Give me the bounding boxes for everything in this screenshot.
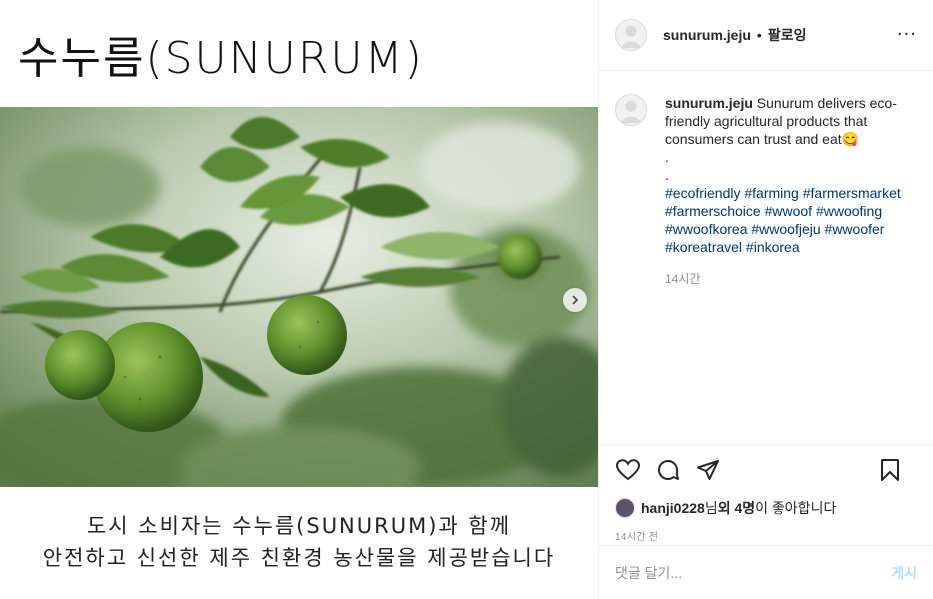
post-media: 수누름(SUNURUM) 도시 소비자는 수누름(SUNURUM)과 함께 안전… (0, 0, 598, 599)
following-button[interactable]: 팔로잉 (768, 25, 807, 45)
action-section: hanji0228 님 외 4명 이 좋아합니다 14시간 전 (599, 444, 933, 545)
caption-line-2: 안전하고 신선한 제주 친환경 농산물을 제공받습니다 (42, 546, 556, 570)
comment-icon[interactable] (655, 457, 681, 483)
media-title: 수누름(SUNURUM) (18, 33, 424, 84)
comments-area: sunurum.jeju Sunurum delivers eco-friend… (599, 72, 933, 444)
comment-avatar[interactable] (615, 94, 647, 126)
post-sidebar: sunurum.jeju • 팔로잉 ··· sunurum.jeju Sunu… (598, 0, 933, 599)
avatar-placeholder-icon (619, 100, 643, 124)
add-comment-bar: 게시 (599, 545, 933, 599)
likes-mid: 님 (704, 500, 718, 516)
likes-summary: hanji0228 님 외 4명 이 좋아합니다 (615, 498, 917, 518)
comment-username[interactable]: sunurum.jeju (665, 95, 753, 111)
liker-username[interactable]: hanji0228 (641, 500, 705, 516)
comment-time: 14시간 (665, 272, 701, 286)
chevron-right-icon (572, 295, 579, 305)
post-timestamp: 14시간 전 (615, 532, 659, 543)
hashtags[interactable]: #ecofriendly #farming #farmersmarket #fa… (665, 184, 910, 256)
likes-others[interactable]: 외 4명 (718, 498, 755, 518)
comment-input[interactable] (615, 564, 892, 581)
media-caption: 도시 소비자는 수누름(SUNURUM)과 함께 안전하고 신선한 제주 친환경… (0, 510, 598, 574)
avatar-placeholder-icon (619, 25, 643, 49)
caption-line-1: 도시 소비자는 수누름(SUNURUM)과 함께 (86, 514, 512, 538)
post-comment-button[interactable]: 게시 (891, 563, 917, 583)
header-username[interactable]: sunurum.jeju (663, 27, 751, 43)
citrus-photo (0, 107, 598, 487)
comment-dot-2: . (665, 167, 669, 183)
share-icon[interactable] (695, 457, 721, 483)
more-options-icon[interactable]: ··· (897, 24, 917, 45)
profile-avatar[interactable] (615, 19, 647, 51)
bookmark-icon[interactable] (877, 457, 903, 483)
comment-text: sunurum.jeju Sunurum delivers eco-friend… (665, 94, 910, 148)
heart-icon[interactable] (615, 457, 641, 483)
liker-avatar[interactable] (615, 498, 635, 518)
header-separator: • (756, 27, 762, 43)
caption-comment: sunurum.jeju Sunurum delivers eco-friend… (615, 94, 917, 288)
comment-body: sunurum.jeju Sunurum delivers eco-friend… (665, 94, 910, 288)
comment-dot-1: . (665, 149, 669, 165)
likes-suffix: 이 좋아합니다 (755, 500, 837, 516)
next-image-button[interactable] (563, 288, 587, 312)
action-icons (615, 445, 917, 495)
post-header: sunurum.jeju • 팔로잉 ··· (599, 0, 933, 71)
